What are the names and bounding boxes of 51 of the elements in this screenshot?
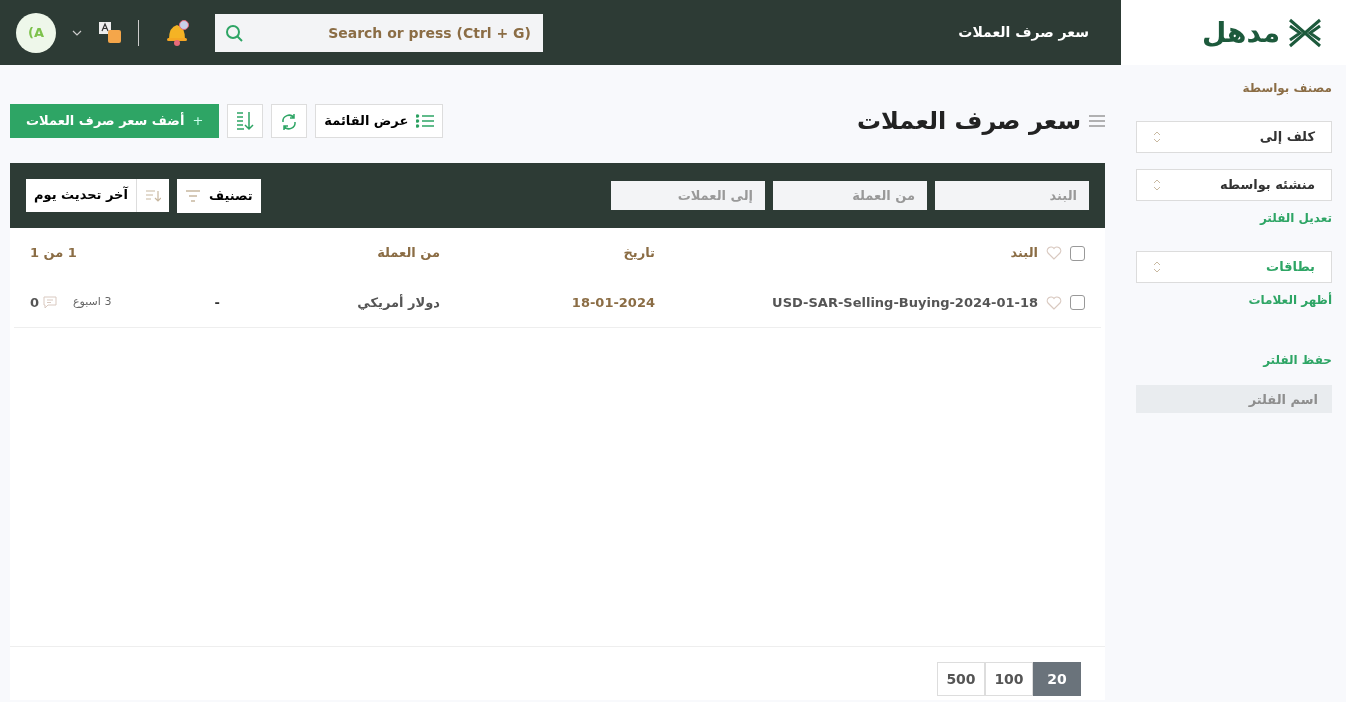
page-title: سعر صرف العملات [958,23,1090,43]
page-size-button[interactable]: 20 [1033,662,1081,696]
comment-count: 0 [30,293,40,312]
column-header[interactable]: من العملة [377,245,440,261]
list-view-button[interactable]: عرض القائمة [315,104,444,138]
heart-icon[interactable] [1046,295,1062,310]
column-header[interactable]: تاريخ [623,245,655,261]
sort-arrows-icon [1153,131,1161,143]
sort-by-button[interactable]: تصنيف [176,178,261,213]
add-button[interactable]: + أضف سعر صرف العملات [10,104,220,138]
comment-icon[interactable] [43,296,58,309]
translate-icon[interactable] [98,20,122,45]
checkbox[interactable] [1070,295,1085,310]
page-size-button[interactable]: 500 [937,662,985,696]
search-field[interactable]: Search or press (Ctrl + G) [215,13,543,52]
page-heading: سعر صرف العملات [857,106,1081,137]
sort-icon [144,188,161,203]
show-tags-link[interactable]: أظهر العلامات [1248,293,1332,307]
list-icon [416,114,435,128]
caret-icon[interactable] [72,29,82,36]
sort-icon [236,111,255,132]
filter-field[interactable]: من العملة [773,181,927,210]
sort-button[interactable] [227,104,264,138]
time-ago: 3 اسبوع [73,294,112,311]
dropdown[interactable]: كلف إلى [1136,121,1332,153]
table-cell: دولار أمريكي [357,294,440,310]
sort-arrows-icon [1153,261,1161,273]
refresh-icon [280,112,299,131]
heart-icon[interactable] [1046,246,1062,260]
dropdown[interactable]: بطاقات [1136,251,1332,283]
search-icon [225,23,243,42]
filter-field[interactable]: البند [935,181,1089,210]
table-cell: 18-01-2024 [571,294,655,310]
filter-field[interactable]: إلى العملات [611,181,765,210]
table-cell-text: USD-SAR-Selling-Buying-2024-01-18 [772,293,1038,312]
sort-arrows-icon [1153,179,1161,191]
edit-filter-link[interactable]: تعديل الفلتر [1259,211,1332,225]
column-header[interactable]: البند [1010,243,1038,263]
filter-name-field[interactable]: اسم الفلتر [1136,385,1332,413]
table-cell-text: - [214,293,220,312]
page-size-button[interactable]: 100 [985,662,1033,696]
save-filter-label: حفظ الفلتر [1261,352,1332,369]
filter-icon [184,189,201,202]
refresh-button[interactable] [271,104,308,138]
logo-icon [1288,17,1322,48]
logo-text: مدهل [1202,14,1280,51]
menu-icon[interactable] [1089,115,1105,127]
record-count: 1 من 1 [30,244,77,263]
sidebar-heading: مصنف بواسطة [1241,80,1332,97]
checkbox[interactable] [1070,245,1085,261]
dropdown[interactable]: منشئه بواسطه [1136,169,1332,201]
